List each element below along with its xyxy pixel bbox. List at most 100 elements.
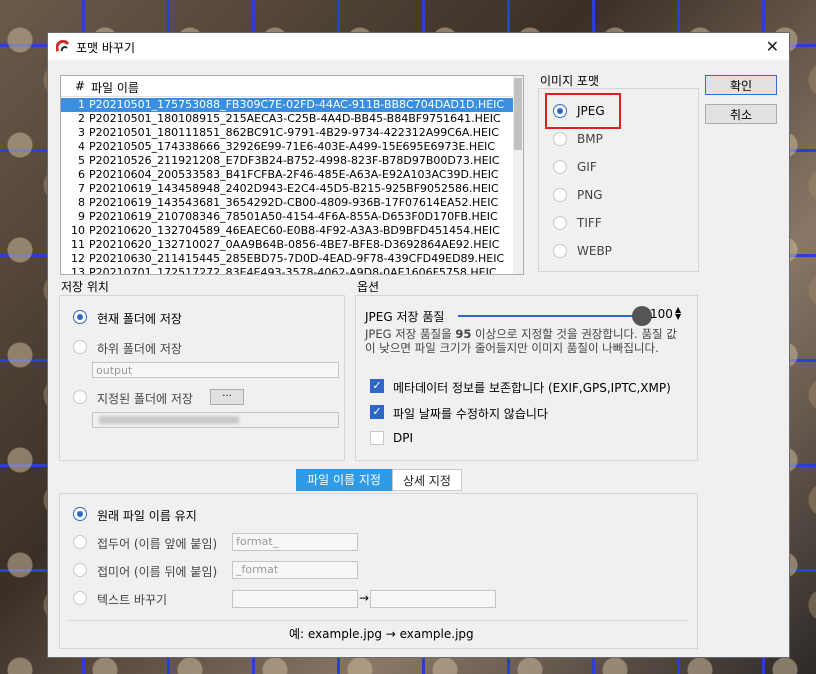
keep-metadata-checkbox[interactable]: ✓ xyxy=(370,379,384,393)
file-row-number: 4 xyxy=(78,140,85,153)
suffix-label[interactable]: 접미어 (이름 뒤에 붙임) xyxy=(97,563,217,580)
file-row-number: 9 xyxy=(78,210,85,223)
file-row[interactable]: 4 P20210505_174338666_32926E99-71E6-403E-… xyxy=(61,140,521,154)
file-row[interactable]: 8 P20210619_143543681_3654292D-CB00-4809-… xyxy=(61,196,521,210)
format-radio-bmp[interactable] xyxy=(553,132,567,146)
file-row[interactable]: 9 P20210619_210708346_78501A50-4154-4F6A-… xyxy=(61,210,521,224)
file-row-number: 2 xyxy=(78,112,85,125)
file-list[interactable]: # 파일 이름 1 P20210501_175753088_FB309C7E-02… xyxy=(60,75,524,275)
save-current-label[interactable]: 현재 폴더에 저장 xyxy=(97,310,182,327)
tab-filename[interactable]: 파일 이름 지정 xyxy=(296,469,392,491)
format-label-png[interactable]: PNG xyxy=(577,188,603,202)
format-radio-tiff[interactable] xyxy=(553,216,567,230)
column-number: # xyxy=(75,79,86,93)
quality-slider-track[interactable] xyxy=(458,315,642,317)
quality-note-bold: 95 xyxy=(455,327,472,341)
ok-button[interactable]: 확인 xyxy=(705,75,777,95)
replace-text-label[interactable]: 텍스트 바꾸기 xyxy=(97,591,167,608)
format-label-tiff[interactable]: TIFF xyxy=(577,216,602,230)
file-row-name: P20210619_143543681_3654292D-CB00-4809-9… xyxy=(89,196,499,209)
quality-value[interactable]: 100 xyxy=(650,307,673,321)
format-label-webp[interactable]: WEBP xyxy=(577,244,612,258)
file-row[interactable]: 5 P20210526_211921208_E7DF3B24-B752-4998-… xyxy=(61,154,521,168)
file-row-name: P20210619_210708346_78501A50-4154-4F6A-8… xyxy=(89,210,498,223)
file-row[interactable]: 13 P20210701_172517272_83E4E493-3578-4062… xyxy=(61,266,521,275)
file-row[interactable]: 3 P20210501_180111851_862BC91C-9791-4B29-… xyxy=(61,126,521,140)
format-radio-jpeg[interactable] xyxy=(553,104,567,118)
file-row-name: P20210501_180108915_215AECA3-C25B-4A4D-B… xyxy=(89,112,501,125)
browse-folder-button[interactable]: ··· xyxy=(210,389,244,405)
save-sub-label[interactable]: 하위 폴더에 저장 xyxy=(97,340,182,357)
file-row-name: P20210604_200533583_B41FCFBA-2F46-485E-A… xyxy=(89,168,499,181)
scrollbar-thumb[interactable] xyxy=(514,78,522,150)
keep-name-label[interactable]: 원래 파일 이름 유지 xyxy=(97,507,197,524)
save-current-radio[interactable] xyxy=(73,310,87,324)
file-row[interactable]: 10 P20210620_132704589_46EAEC60-E0B8-4F92… xyxy=(61,224,521,238)
file-row-number: 6 xyxy=(78,168,85,181)
keep-date-label[interactable]: 파일 날짜를 수정하지 않습니다 xyxy=(393,405,548,422)
file-row-name: P20210505_174338666_32926E99-71E6-403E-A… xyxy=(89,140,496,153)
save-specified-radio[interactable] xyxy=(73,390,87,404)
quality-spin-icon[interactable]: ▲ ▼ xyxy=(675,306,681,321)
keep-metadata-label[interactable]: 메타데이터 정보를 보존합니다 (EXIF,GPS,IPTC,XMP) xyxy=(393,379,671,396)
format-radio-png[interactable] xyxy=(553,188,567,202)
file-row-number: 5 xyxy=(78,154,85,167)
dpi-checkbox[interactable] xyxy=(370,431,384,445)
prefix-label[interactable]: 접두어 (이름 앞에 붙임) xyxy=(97,535,217,552)
cancel-button[interactable]: 취소 xyxy=(705,104,777,124)
divider xyxy=(69,620,689,621)
file-row-name: P20210620_132704589_46EAEC60-E0B8-4F92-A… xyxy=(89,224,500,237)
specified-folder-input[interactable] xyxy=(92,412,339,428)
title-bar: 포맷 바꾸기 ✕ xyxy=(48,33,789,60)
format-label-jpeg[interactable]: JPEG xyxy=(577,104,605,118)
file-row-number: 11 xyxy=(71,238,85,251)
save-sub-radio[interactable] xyxy=(73,340,87,354)
jpeg-quality-label: JPEG 저장 품질 xyxy=(365,310,445,324)
replace-text-radio[interactable] xyxy=(73,591,87,605)
file-row[interactable]: 6 P20210604_200533583_B41FCFBA-2F46-485E-… xyxy=(61,168,521,182)
quality-slider-thumb[interactable] xyxy=(632,306,652,326)
file-row-number: 7 xyxy=(78,182,85,195)
file-row[interactable]: 2 P20210501_180108915_215AECA3-C25B-4A4D-… xyxy=(61,112,521,126)
close-icon[interactable]: ✕ xyxy=(766,37,779,56)
suffix-input[interactable]: _format xyxy=(232,561,358,579)
image-format-label: 이미지 포맷 xyxy=(540,74,600,88)
dialog-title: 포맷 바꾸기 xyxy=(76,41,136,55)
format-radio-gif[interactable] xyxy=(553,160,567,174)
file-row-number: 1 xyxy=(78,98,85,111)
options-label: 옵션 xyxy=(357,280,380,294)
file-row-number: 10 xyxy=(71,224,85,237)
keep-name-radio[interactable] xyxy=(73,507,87,521)
file-row-number: 13 xyxy=(71,266,85,275)
replace-from-input[interactable] xyxy=(232,590,358,608)
suffix-radio[interactable] xyxy=(73,563,87,577)
replace-to-input[interactable] xyxy=(370,590,496,608)
app-logo-icon xyxy=(56,39,70,52)
format-label-gif[interactable]: GIF xyxy=(577,160,597,174)
prefix-input[interactable]: format_ xyxy=(232,533,358,551)
keep-date-checkbox[interactable]: ✓ xyxy=(370,405,384,419)
format-convert-dialog: 포맷 바꾸기 ✕ # 파일 이름 1 P20210501_175753088_FB… xyxy=(47,32,790,658)
blurred-path xyxy=(99,416,239,424)
file-row[interactable]: 7 P20210619_143458948_2402D943-E2C4-45D5-… xyxy=(61,182,521,196)
file-row-name: P20210526_211921208_E7DF3B24-B752-4998-8… xyxy=(89,154,500,167)
file-row[interactable]: 1 P20210501_175753088_FB309C7E-02FD-44AC-… xyxy=(61,98,521,112)
file-row-number: 12 xyxy=(71,252,85,265)
format-label-bmp[interactable]: BMP xyxy=(577,132,603,146)
dpi-label[interactable]: DPI xyxy=(393,431,413,445)
file-row-name: P20210501_175753088_FB309C7E-02FD-44AC-9… xyxy=(89,98,505,111)
quality-note: JPEG 저장 품질을 95 이상으로 지정할 것을 권장합니다. 품질 값이 … xyxy=(365,327,687,355)
file-row-name: P20210630_211415445_285EBD75-7D0D-4EAD-9… xyxy=(89,252,505,265)
file-list-scrollbar[interactable] xyxy=(513,76,523,274)
file-row[interactable]: 11 P20210620_132710027_0AA9B64B-0856-4BE7… xyxy=(61,238,521,252)
file-row-name: P20210701_172517272_83E4E493-3578-4062-A… xyxy=(89,266,497,275)
example-text: 예: example.jpg → example.jpg xyxy=(289,627,474,641)
format-radio-webp[interactable] xyxy=(553,244,567,258)
save-specified-label[interactable]: 지정된 폴더에 저장 xyxy=(97,390,193,407)
prefix-radio[interactable] xyxy=(73,535,87,549)
replace-arrow: → xyxy=(359,591,370,605)
subfolder-input[interactable]: output xyxy=(92,362,339,378)
quality-note-part1: JPEG 저장 품질을 xyxy=(365,327,456,341)
tab-detail[interactable]: 상세 지정 xyxy=(392,469,462,491)
file-row[interactable]: 12 P20210630_211415445_285EBD75-7D0D-4EAD… xyxy=(61,252,521,266)
